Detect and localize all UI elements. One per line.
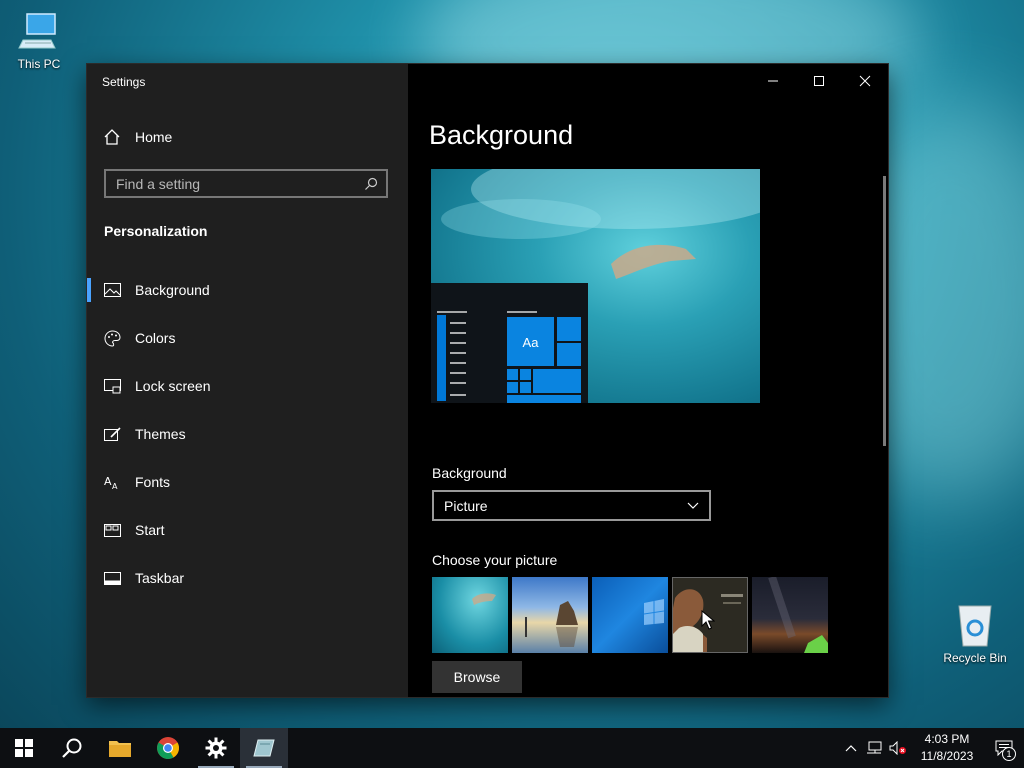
nav-item-fonts[interactable]: AA Fonts (87, 458, 408, 506)
nav-item-start[interactable]: Start (87, 506, 408, 554)
choose-picture-label: Choose your picture (432, 552, 558, 568)
taskbar-active-app[interactable] (240, 728, 288, 768)
brush-icon (103, 425, 121, 443)
search-input[interactable] (116, 175, 364, 192)
nav-item-themes[interactable]: Themes (87, 410, 408, 458)
window-controls (750, 64, 888, 98)
recycle-bin-icon (958, 605, 992, 647)
scrollbar[interactable] (883, 176, 886, 446)
picture-icon (103, 281, 121, 299)
volume-button[interactable] (886, 728, 910, 768)
action-center-button[interactable]: 1 (984, 728, 1024, 768)
close-icon (859, 75, 871, 87)
picture-thumbnail-underwater[interactable] (432, 577, 508, 653)
desktop-icon-label: Recycle Bin (943, 651, 1007, 665)
palette-icon (103, 329, 121, 347)
font-icon: AA (103, 473, 121, 491)
home-label: Home (135, 129, 173, 145)
nav-label: Colors (135, 330, 176, 346)
picture-thumbnail-night-sky[interactable] (752, 577, 828, 653)
svg-text:A: A (112, 482, 118, 490)
app-window-icon (253, 739, 275, 757)
computer-icon (18, 13, 56, 49)
minimize-button[interactable] (750, 64, 796, 98)
nav-label: Background (135, 282, 210, 298)
picture-thumbnail-beach-rocks[interactable] (512, 577, 588, 653)
chrome-icon (157, 737, 179, 759)
windows-logo-icon (15, 739, 33, 757)
desktop-preview: Aa (431, 169, 760, 403)
nav-item-background[interactable]: Background (87, 266, 408, 314)
desktop-icon-recycle-bin[interactable]: Recycle Bin (940, 602, 1010, 665)
notification-badge: 1 (1002, 747, 1016, 761)
search-icon (62, 738, 82, 758)
taskbar: 4:03 PM 11/8/2023 1 (0, 728, 1024, 768)
taskbar-chrome[interactable] (144, 728, 192, 768)
monitor-icon (103, 377, 121, 395)
picture-thumbnail-windows[interactable] (592, 577, 668, 653)
nav-label: Fonts (135, 474, 171, 490)
clock-time: 4:03 PM (924, 732, 970, 746)
nav-label: Lock screen (135, 378, 211, 394)
folder-icon (109, 741, 131, 757)
chevron-down-icon (687, 502, 699, 509)
background-label: Background (432, 465, 507, 481)
background-dropdown-value: Picture (444, 497, 488, 514)
show-hidden-icons-button[interactable] (840, 728, 862, 768)
nav-item-lock-screen[interactable]: Lock screen (87, 362, 408, 410)
section-title: Personalization (104, 223, 208, 239)
mouse-cursor (701, 610, 715, 630)
sidebar: Settings Home Personalization Background (87, 64, 408, 697)
settings-window: Settings Home Personalization Background (87, 64, 888, 697)
volume-muted-icon (889, 741, 906, 755)
taskbar-search-button[interactable] (48, 728, 96, 768)
browse-button[interactable]: Browse (432, 661, 522, 693)
clock[interactable]: 4:03 PM 11/8/2023 (916, 731, 978, 765)
taskbar-icon (103, 569, 121, 587)
window-title: Settings (102, 75, 146, 89)
content-pane: Background Aa Background Picture Choose … (408, 64, 888, 697)
svg-text:A: A (104, 475, 112, 488)
taskbar-settings[interactable] (192, 728, 240, 768)
start-button[interactable] (0, 728, 48, 768)
maximize-button[interactable] (796, 64, 842, 98)
chevron-up-icon (845, 745, 857, 752)
home-link[interactable]: Home (103, 128, 172, 146)
nav-label: Start (135, 522, 165, 538)
background-dropdown[interactable]: Picture (432, 490, 711, 521)
gear-icon (205, 737, 227, 759)
nav-label: Taskbar (135, 570, 185, 586)
home-icon (104, 129, 120, 145)
desktop-icon-this-pc[interactable]: This PC (4, 10, 74, 71)
nav-item-taskbar[interactable]: Taskbar (87, 554, 408, 602)
close-button[interactable] (842, 64, 888, 98)
search-icon[interactable] (364, 177, 378, 191)
picture-thumbnails (432, 577, 828, 653)
preview-tile-text: Aa (522, 335, 539, 350)
nav-label: Themes (135, 426, 186, 442)
taskbar-file-explorer[interactable] (96, 728, 144, 768)
desktop-icon-label: This PC (17, 57, 61, 71)
start-icon (103, 521, 121, 539)
clock-date: 11/8/2023 (920, 749, 974, 763)
maximize-icon (814, 76, 824, 86)
network-button[interactable] (862, 728, 886, 768)
preview-start-menu: Aa (431, 283, 588, 403)
nav-item-colors[interactable]: Colors (87, 314, 408, 362)
minimize-icon (768, 80, 778, 82)
search-box[interactable] (104, 169, 388, 198)
nav-list: Background Colors Lock screen Themes A A… (87, 266, 408, 602)
page-title: Background (429, 120, 574, 150)
network-icon (867, 741, 882, 754)
system-tray: 4:03 PM 11/8/2023 1 (840, 728, 1024, 768)
